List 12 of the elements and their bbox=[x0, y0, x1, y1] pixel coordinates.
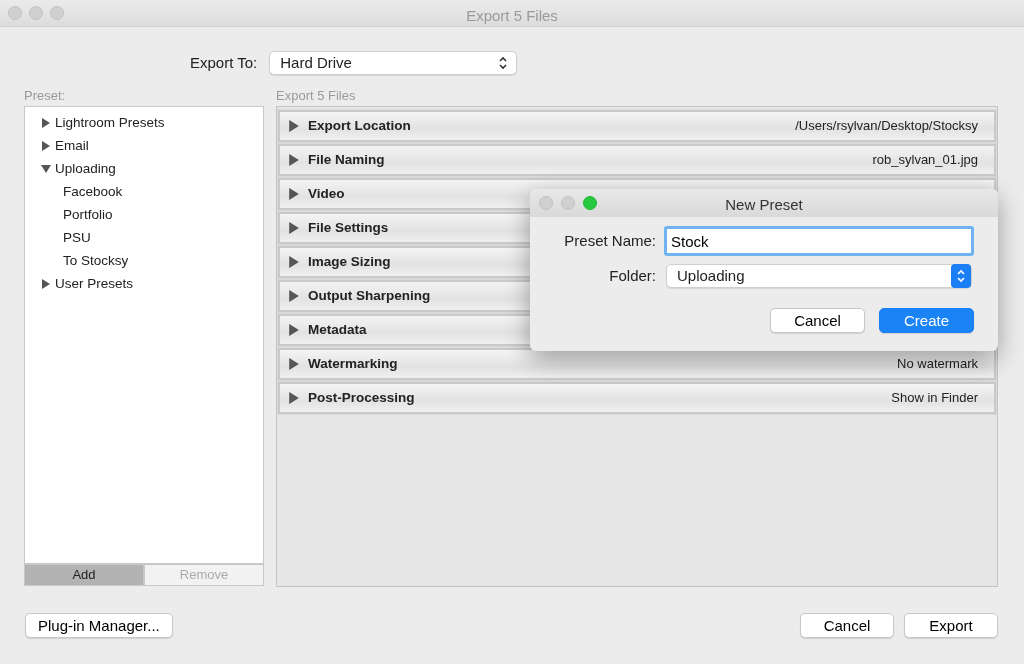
section-summary: Show in Finder bbox=[891, 389, 978, 408]
section-summary: rob_sylvan_01.jpg bbox=[872, 151, 978, 170]
section-summary: No watermark bbox=[897, 355, 978, 374]
section-title: Export 5 Files bbox=[276, 87, 357, 104]
folder-label: Folder: bbox=[608, 265, 656, 286]
preset-button: Remove bbox=[144, 564, 264, 586]
dialog-title: New Preset bbox=[724, 195, 804, 215]
preset-label: Preset: bbox=[24, 87, 67, 104]
window-title: Export 5 Files bbox=[465, 6, 559, 26]
section-summary: /Users/rsylvan/Desktop/Stocksy bbox=[795, 117, 978, 136]
export-to-label: Export To: bbox=[190, 52, 258, 73]
preset-name-label: Preset Name: bbox=[563, 230, 656, 251]
